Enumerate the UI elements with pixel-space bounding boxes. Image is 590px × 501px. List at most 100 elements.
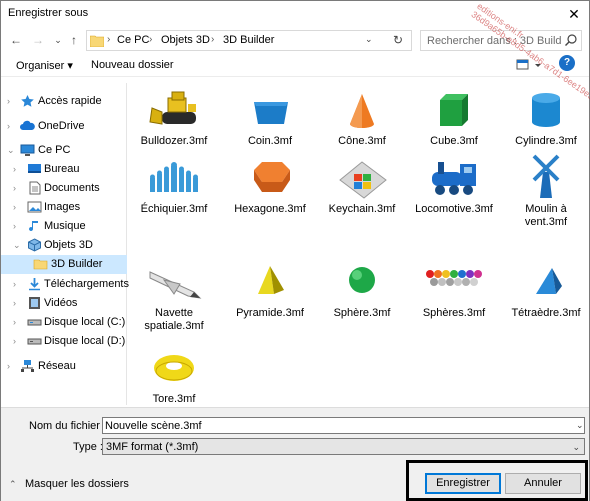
chevron-right-icon[interactable]: › xyxy=(13,183,16,193)
sidebar-item-disque-c[interactable]: › Disque local (C:) xyxy=(1,313,127,332)
chevron-right-icon[interactable]: › xyxy=(13,298,16,308)
chevron-right-icon[interactable]: › xyxy=(13,279,16,289)
locomotive-icon xyxy=(432,162,476,195)
file-name: Échiquier.3mf xyxy=(140,203,208,215)
network-icon xyxy=(21,360,34,372)
search-box[interactable] xyxy=(420,30,582,51)
file-item-tetraedre[interactable]: Tétraèdre.3mf xyxy=(508,254,584,354)
sidebar-item-images[interactable]: › Images xyxy=(1,198,127,217)
computer-icon xyxy=(20,144,35,156)
sidebar-item-label: 3D Builder xyxy=(51,258,103,270)
sidebar-item-label: Disque local (C:) xyxy=(44,316,126,328)
sidebar-item-label: Musique xyxy=(44,220,86,232)
folder-icon xyxy=(33,259,48,270)
file-type-select[interactable]: 3MF format (*.3mf) ⌄ xyxy=(102,438,585,455)
search-icon[interactable] xyxy=(564,33,578,47)
file-name: Hexagone.3mf xyxy=(234,203,306,215)
videos-icon xyxy=(29,297,40,309)
sidebar-item-label: Réseau xyxy=(38,360,76,372)
chevron-right-icon[interactable]: › xyxy=(13,164,16,174)
sidebar-item-reseau[interactable]: › Réseau xyxy=(1,357,127,376)
keychain-icon xyxy=(339,161,387,199)
file-item-navette[interactable]: Navette spatiale.3mf xyxy=(136,254,212,354)
pyramid-icon xyxy=(258,266,284,294)
up-arrow-icon[interactable]: ↑ xyxy=(65,31,83,49)
sidebar-item-acces-rapide[interactable]: › Accès rapide xyxy=(1,92,127,111)
file-item-pyramide[interactable]: Pyramide.3mf xyxy=(232,254,308,354)
chevron-right-icon[interactable]: › xyxy=(13,202,16,212)
filename-input[interactable] xyxy=(102,417,585,434)
file-item-echiquier[interactable]: Échiquier.3mf xyxy=(136,150,212,250)
chevron-up-icon: ⌃ xyxy=(9,479,17,489)
view-options-icon[interactable] xyxy=(515,58,545,72)
cloud-icon xyxy=(20,120,35,130)
search-input[interactable] xyxy=(421,31,561,50)
filename-dropdown-icon[interactable]: ⌄ xyxy=(576,420,584,431)
forward-arrow-icon[interactable]: → xyxy=(29,31,47,49)
drive-icon xyxy=(27,338,42,345)
sidebar-item-label: OneDrive xyxy=(38,120,85,132)
sidebar-item-disque-d[interactable]: › Disque local (D:) xyxy=(1,332,127,351)
file-item-locomotive[interactable]: Locomotive.3mf xyxy=(415,150,493,250)
chevron-right-icon[interactable]: › xyxy=(7,121,10,131)
breadcrumb-separator: › xyxy=(211,34,215,45)
documents-icon xyxy=(29,181,41,195)
cancel-button[interactable]: Annuler xyxy=(505,473,581,494)
sidebar-item-bureau[interactable]: › Bureau xyxy=(1,160,127,179)
file-name: Cylindre.3mf xyxy=(515,135,577,147)
chevron-down-icon[interactable]: ⌄ xyxy=(572,442,580,453)
chevron-right-icon[interactable]: › xyxy=(13,336,16,346)
hexagon-icon xyxy=(254,162,290,192)
chess-icon xyxy=(150,162,198,192)
dialog-title: Enregistrer sous xyxy=(8,7,89,19)
sidebar-item-onedrive[interactable]: › OneDrive xyxy=(1,117,127,136)
close-icon[interactable]: ✕ xyxy=(559,1,589,27)
chevron-down-icon[interactable]: ⌄ xyxy=(13,240,21,251)
sidebar-item-telechargements[interactable]: › Téléchargements xyxy=(1,275,129,294)
file-type-value: 3MF format (*.3mf) xyxy=(106,441,199,453)
new-folder-button[interactable]: Nouveau dossier xyxy=(91,59,174,71)
chevron-right-icon[interactable]: › xyxy=(13,221,16,231)
file-item-spheres[interactable]: Sphères.3mf xyxy=(416,254,492,354)
address-bar[interactable]: › Ce PC › Objets 3D › 3D Builder ⌄ ↻ xyxy=(86,30,412,51)
sidebar-item-documents[interactable]: › Documents xyxy=(1,179,127,198)
filename-label: Nom du fichier : xyxy=(29,420,107,432)
save-options-panel: Nom du fichier : ⌄ Type : 3MF format (*.… xyxy=(1,407,589,501)
sidebar-item-musique[interactable]: › Musique xyxy=(1,217,127,236)
file-name: Tétraèdre.3mf xyxy=(511,307,581,319)
save-button[interactable]: Enregistrer xyxy=(425,473,501,494)
sidebar-item-label: Images xyxy=(44,201,81,213)
chevron-right-icon[interactable]: › xyxy=(7,96,10,106)
sidebar-item-objets-3d[interactable]: ⌄ Objets 3D xyxy=(1,236,127,255)
file-list: Bulldozer.3mf Coin.3mf Cône.3mf Cube.3mf… xyxy=(128,78,589,405)
sidebar-item-ce-pc[interactable]: ⌄ Ce PC xyxy=(1,141,127,160)
breadcrumb-objets-3d[interactable]: Objets 3D xyxy=(161,34,210,46)
file-name: Pyramide.3mf xyxy=(236,307,304,319)
help-icon[interactable]: ? xyxy=(559,55,575,71)
chevron-right-icon[interactable]: › xyxy=(7,361,10,371)
breadcrumb-3d-builder[interactable]: 3D Builder xyxy=(223,34,274,46)
sidebar-item-3d-builder[interactable]: 3D Builder xyxy=(1,255,127,274)
file-name: Moulin à vent.3mf xyxy=(524,203,568,228)
sidebar-item-videos[interactable]: › Vidéos xyxy=(1,294,127,313)
refresh-icon[interactable]: ↻ xyxy=(393,33,403,47)
sidebar-item-label: Objets 3D xyxy=(44,239,93,251)
file-item-hexagone[interactable]: Hexagone.3mf xyxy=(232,150,308,250)
file-item-moulin[interactable]: Moulin à vent.3mf xyxy=(508,150,584,250)
back-arrow-icon[interactable]: ← xyxy=(7,31,25,49)
address-row: ← → ⌄ ↑ › Ce PC › Objets 3D › 3D Builder… xyxy=(1,27,589,53)
chevron-right-icon[interactable]: › xyxy=(13,317,16,327)
objects-3d-icon xyxy=(28,238,41,252)
type-label: Type : xyxy=(73,441,103,453)
sidebar-item-label: Bureau xyxy=(44,163,80,175)
file-name: Keychain.3mf xyxy=(328,203,396,215)
organize-button[interactable]: Organiser ▾ xyxy=(16,59,73,72)
chevron-down-icon[interactable]: ⌄ xyxy=(7,145,15,156)
torus-icon xyxy=(154,355,194,381)
file-item-sphere[interactable]: Sphère.3mf xyxy=(324,254,400,354)
address-dropdown-icon[interactable]: ⌄ xyxy=(365,34,373,45)
images-icon xyxy=(27,201,42,213)
breadcrumb-ce-pc[interactable]: Ce PC xyxy=(117,34,149,46)
file-item-keychain[interactable]: Keychain.3mf xyxy=(324,150,400,250)
star-icon xyxy=(21,95,34,107)
